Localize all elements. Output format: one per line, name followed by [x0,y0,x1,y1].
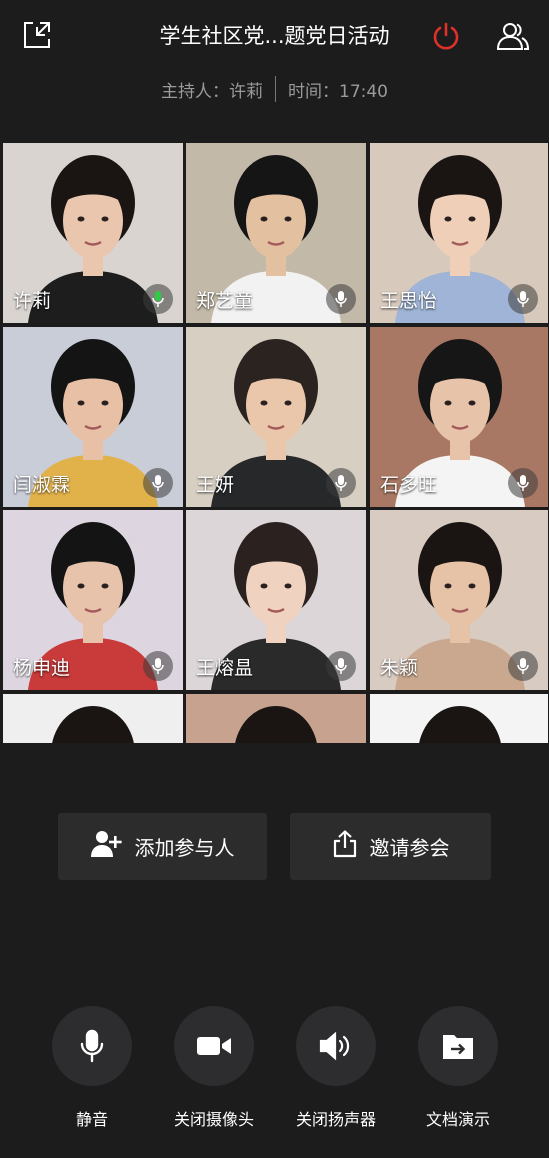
top-bar: 学生社区党...题党日活动 主持人：许莉 时间：17:40 [0,0,549,102]
participant-name: 许莉 [13,290,52,312]
time-label: 时间：17:40 [288,81,388,102]
microphone-status-icon [143,468,173,498]
mute-label: 静音 [75,1110,108,1129]
add-user-icon [90,830,123,863]
participant-name: 石多旺 [380,474,438,496]
add-participant-button[interactable]: 添加参与人 [58,813,267,880]
participant-name: 闫淑霖 [13,474,71,496]
divider [275,76,276,102]
participant-tile[interactable]: 杨申迪 [3,510,183,690]
camera-control[interactable]: 关闭摄像头 [174,1006,254,1130]
speaker-control[interactable]: 关闭扬声器 [296,1006,376,1130]
participant-tile[interactable]: 王妍 [186,327,366,507]
participant-tile[interactable]: 王熔昷 [186,510,366,690]
end-meeting-power-icon[interactable] [430,20,462,52]
share-icon [332,830,358,863]
participant-name: 王思怡 [380,290,438,312]
camera-off-label: 关闭摄像头 [173,1110,254,1129]
microphone-status-icon [326,284,356,314]
meeting-info-line: 主持人：许莉 时间：17:40 [0,76,549,102]
microphone-status-icon [326,651,356,681]
meeting-title: 学生社区党...题党日活动 [159,24,390,48]
doc-present-label: 文档演示 [425,1110,490,1129]
video-grid: 许莉 郑艺童 王思怡闫淑霖 王妍 石多旺杨申迪 王熔昷 朱颖 [0,143,549,743]
participants-icon[interactable] [495,20,531,52]
participant-video-image [235,706,317,743]
host-label: 主持人：许莉 [161,81,263,102]
participant-name: 郑艺童 [196,290,254,312]
participant-tile[interactable]: 朱颖 [370,510,548,690]
participant-tile[interactable] [186,694,366,743]
add-participant-label: 添加参与人 [134,836,235,860]
participant-name: 朱颖 [380,657,419,679]
participant-tile[interactable] [370,694,548,743]
participant-tile[interactable] [3,694,183,743]
video-camera-icon [197,1037,231,1055]
participant-video-image [419,706,501,743]
camera-off-button[interactable] [174,1006,254,1086]
participant-tile[interactable]: 石多旺 [370,327,548,507]
microphone-status-icon [508,651,538,681]
invite-button[interactable]: 邀请参会 [290,813,491,880]
mute-button[interactable] [52,1006,132,1086]
invite-label: 邀请参会 [369,836,450,860]
doc-present-control[interactable]: 文档演示 [418,1006,498,1130]
participant-tile[interactable]: 郑艺童 [186,143,366,323]
participant-name: 杨申迪 [13,657,71,679]
microphone-status-icon [143,651,173,681]
doc-present-button[interactable] [418,1006,498,1086]
microphone-icon [80,1029,104,1063]
microphone-status-icon [508,284,538,314]
participant-tile[interactable]: 王思怡 [370,143,548,323]
microphone-status-icon [143,284,173,314]
microphone-status-icon [326,468,356,498]
participant-video-image [52,706,134,743]
participant-tile[interactable]: 闫淑霖 [3,327,183,507]
speaker-off-label: 关闭扬声器 [295,1110,376,1129]
folder-share-icon [443,1035,473,1059]
mute-control[interactable]: 静音 [52,1006,132,1130]
participant-tile[interactable]: 许莉 [3,143,183,323]
speaker-icon [319,1031,350,1061]
speaker-off-button[interactable] [296,1006,376,1086]
participant-name: 王熔昷 [196,657,254,679]
minimize-window-icon[interactable] [22,20,52,50]
microphone-status-icon [508,468,538,498]
participant-name: 王妍 [196,474,235,496]
